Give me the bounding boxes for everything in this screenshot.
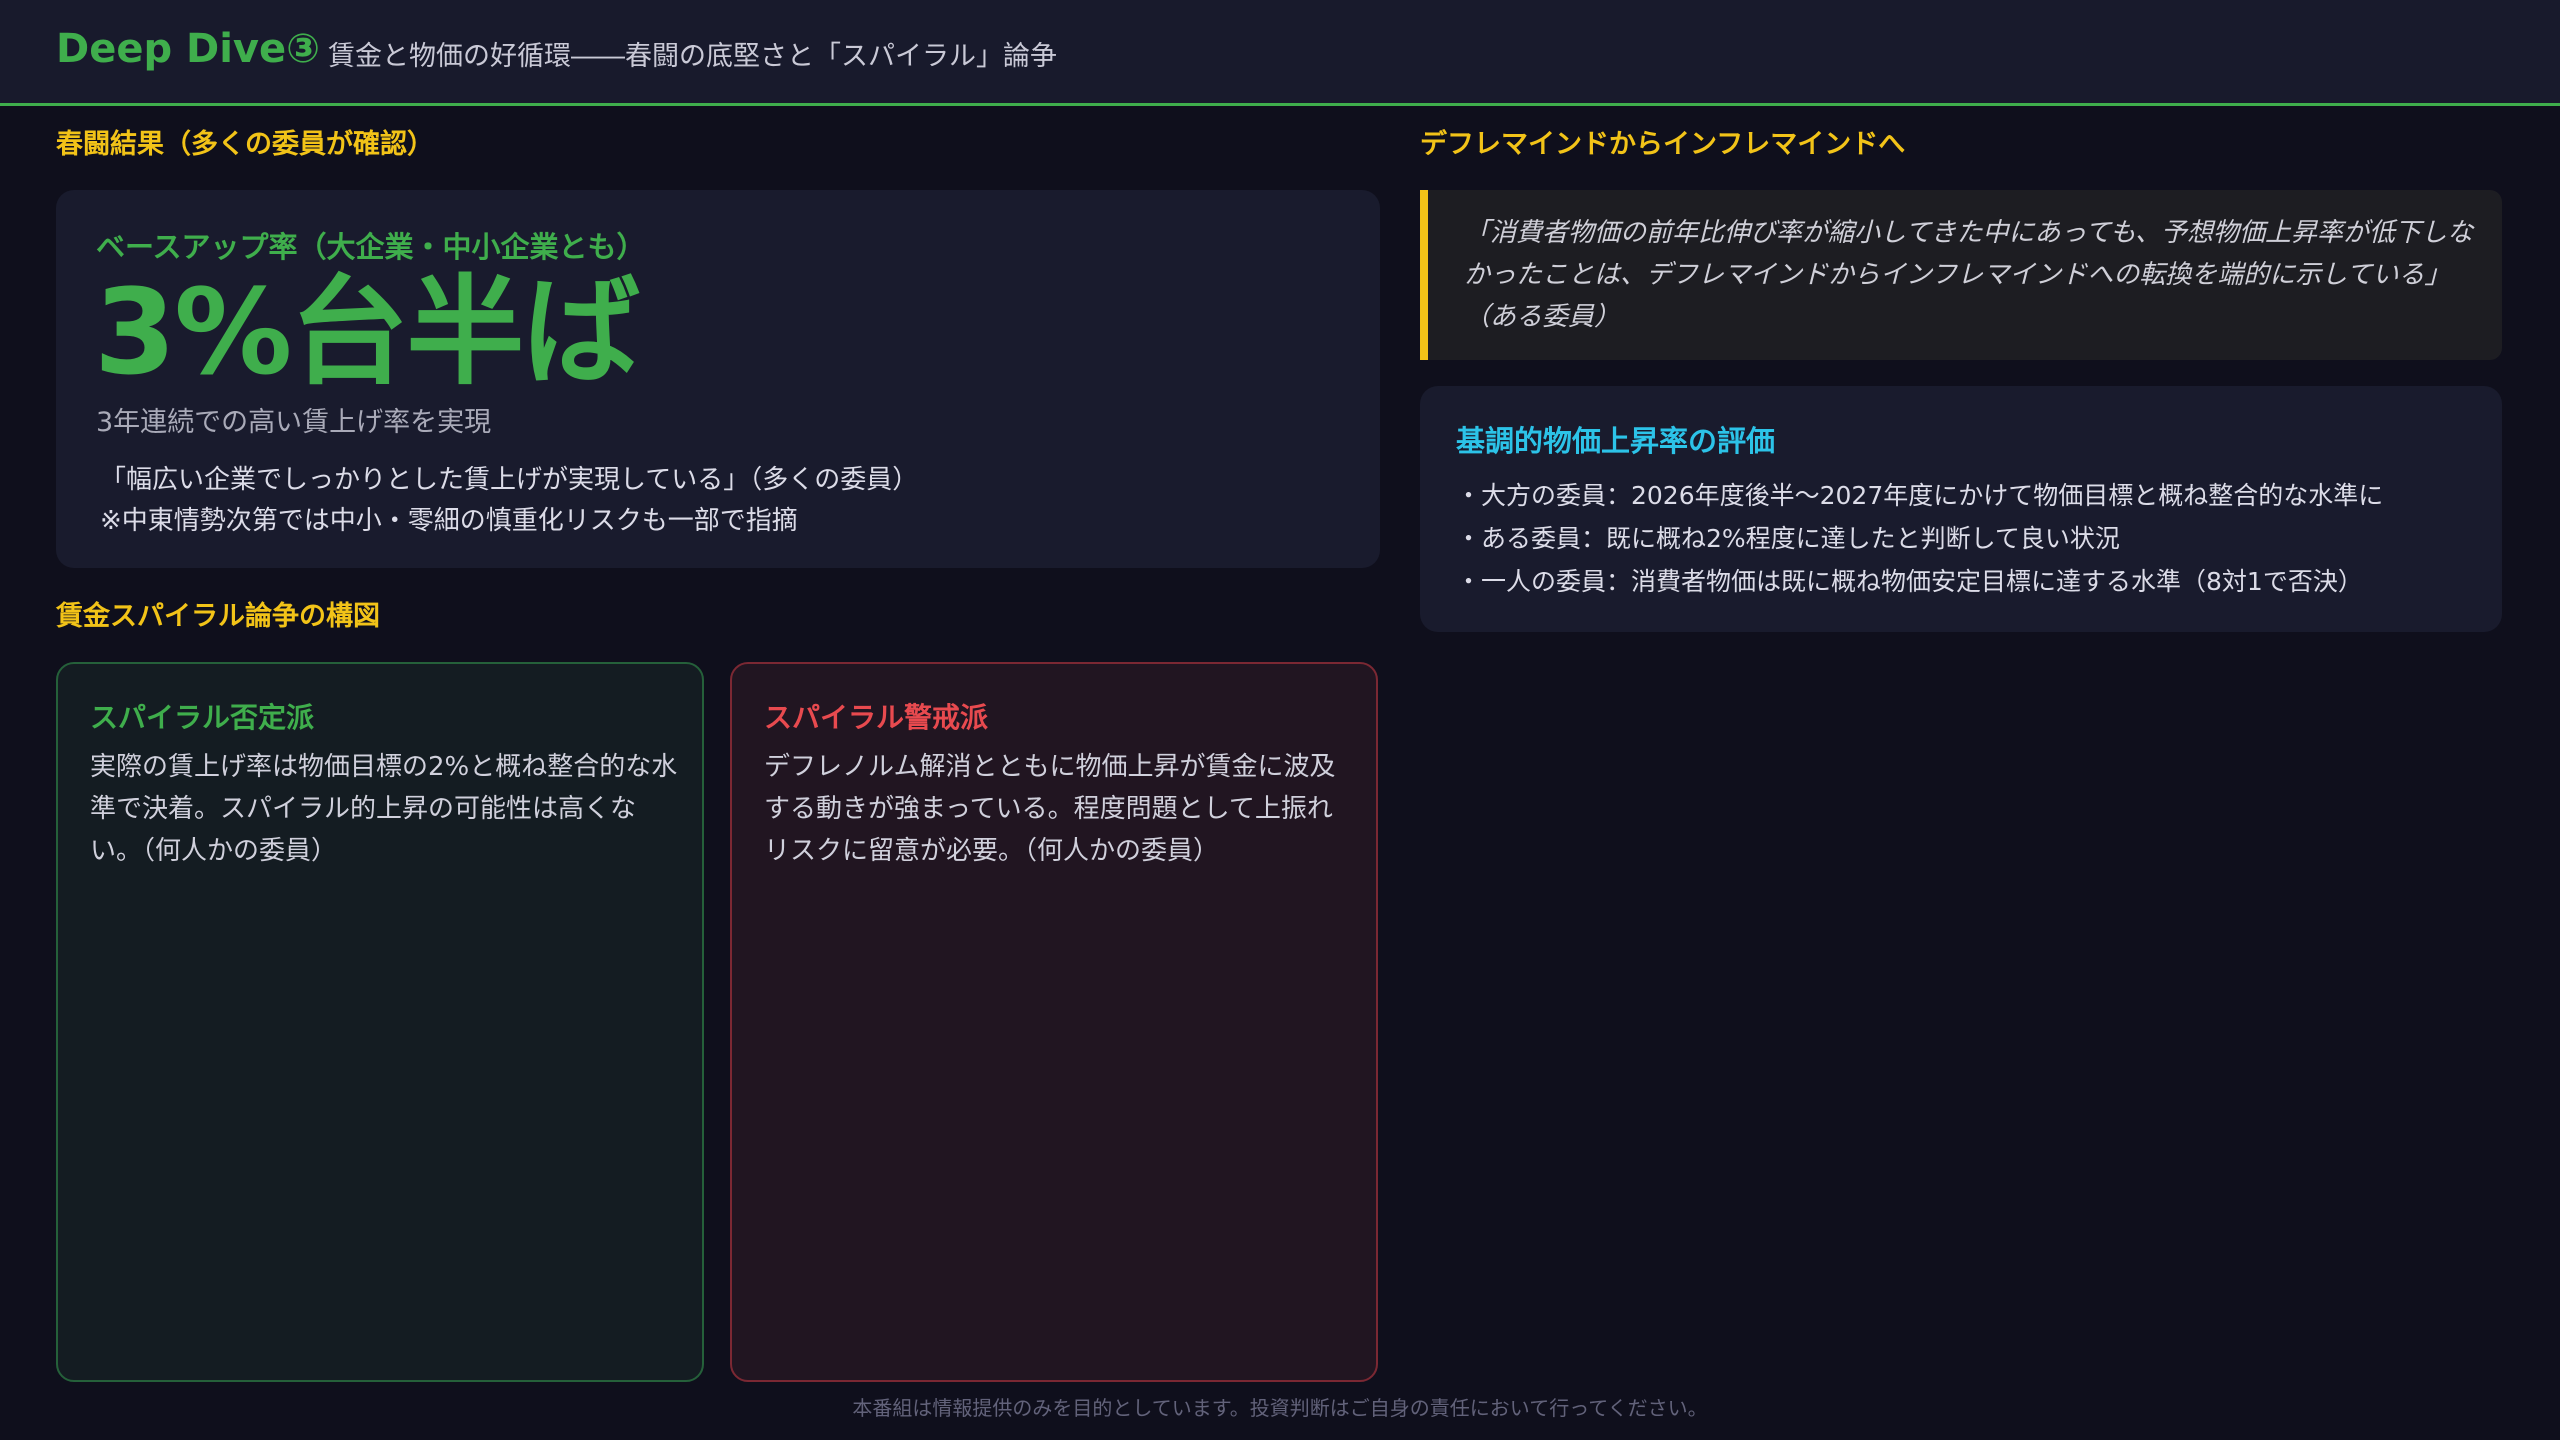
spiral-warn-title: スパイラル警戒派 — [764, 701, 989, 734]
eval-list-item: ・ある委員：既に概ね2%程度に達したと判断して良い状況 — [1456, 524, 2120, 553]
committee-quote-box: 「消費者物価の前年比伸び率が縮小してきた中にあっても、予想物価上昇率が低下しなか… — [1420, 190, 2502, 360]
committee-quote-text: 「消費者物価の前年比伸び率が縮小してきた中にあっても、予想物価上昇率が低下しなか… — [1464, 218, 2474, 332]
section-label-shunto-results: 春闘結果（多くの委員が確認） — [56, 129, 434, 160]
underlying-inflation-eval-card: 基調的物価上昇率の評価 ・大方の委員：2026年度後半〜2027年度にかけて物価… — [1420, 386, 2502, 632]
section-label-mindset-shift: デフレマインドからインフレマインドへ — [1420, 129, 1906, 160]
baseup-rate-label: ベースアップ率（大企業・中小企業とも） — [96, 230, 646, 264]
shunto-results-card: ベースアップ率（大企業・中小企業とも） 3%台半ば 3年連続での高い賃上げ率を実… — [56, 190, 1380, 568]
spiral-warn-text: デフレノルム解消とともに物価上昇が賃金に波及する動きが強まっている。程度問題とし… — [764, 752, 1336, 866]
header-bar: Deep Dive③ 賃金と物価の好循環――春闘の底堅さと「スパイラル」論争 — [0, 0, 2560, 106]
header-subtitle: 賃金と物価の好循環――春闘の底堅さと「スパイラル」論争 — [328, 41, 1057, 72]
baseup-quote-line2: ※中東情勢次第では中小・零細の慎重化リスクも一部で指摘 — [100, 506, 798, 536]
header-title: Deep Dive③ — [56, 26, 321, 72]
section-label-spiral-debate: 賃金スパイラル論争の構図 — [56, 601, 380, 632]
baseup-rate-subtext: 3年連続での高い賃上げ率を実現 — [96, 407, 492, 438]
spiral-warn-panel: スパイラル警戒派 デフレノルム解消とともに物価上昇が賃金に波及する動きが強まって… — [730, 662, 1378, 1382]
spiral-deny-title: スパイラル否定派 — [90, 701, 315, 734]
baseup-quote: 「幅広い企業でしっかりとした賃上げが実現している」（多くの委員） ※中東情勢次第… — [100, 460, 918, 542]
spiral-deny-text: 実際の賃上げ率は物価目標の2%と概ね整合的な水準で決着。スパイラル的上昇の可能性… — [90, 752, 678, 866]
eval-list-item: ・一人の委員：消費者物価は既に概ね物価安定目標に達する水準（8対1で否決） — [1456, 567, 2363, 596]
eval-list: ・大方の委員：2026年度後半〜2027年度にかけて物価目標と概ね整合的な水準に… — [1456, 474, 2383, 603]
spiral-deny-panel: スパイラル否定派 実際の賃上げ率は物価目標の2%と概ね整合的な水準で決着。スパイ… — [56, 662, 704, 1382]
disclaimer-footer: 本番組は情報提供のみを目的としています。投資判断はご自身の責任において行ってくだ… — [852, 1396, 1708, 1420]
eval-list-item: ・大方の委員：2026年度後半〜2027年度にかけて物価目標と概ね整合的な水準に — [1456, 481, 2384, 510]
eval-card-title: 基調的物価上昇率の評価 — [1456, 424, 1776, 458]
baseup-quote-line1: 「幅広い企業でしっかりとした賃上げが実現している」（多くの委員） — [100, 465, 919, 495]
baseup-rate-value: 3%台半ば — [94, 263, 640, 401]
